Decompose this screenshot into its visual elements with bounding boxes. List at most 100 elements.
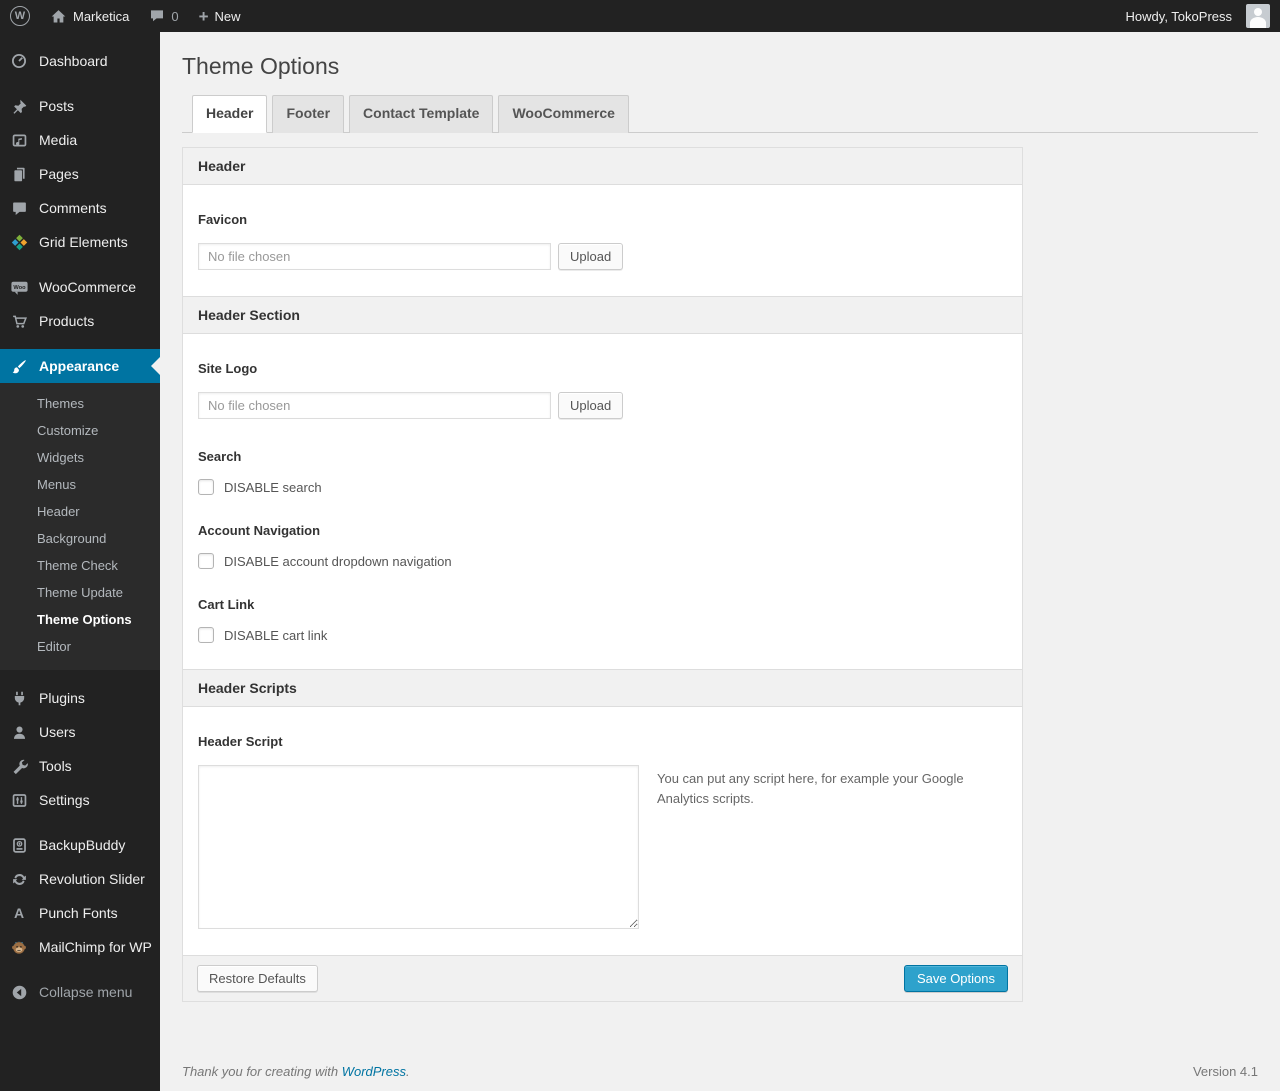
sidebar-item-posts[interactable]: Posts (0, 89, 160, 123)
submenu-item-editor[interactable]: Editor (0, 633, 160, 660)
account-menu[interactable]: Howdy, TokoPress (1116, 0, 1280, 32)
backup-box-icon (9, 837, 29, 854)
circular-arrows-icon (9, 871, 29, 888)
comment-bubble-icon (149, 8, 165, 24)
active-menu-arrow (151, 357, 160, 375)
svg-text:Woo: Woo (13, 285, 26, 291)
media-icon (9, 132, 29, 149)
pages-icon (9, 166, 29, 183)
admin-sidebar: Dashboard Posts Media Pages Comments Gri… (0, 32, 160, 1091)
howdy-label: Howdy, TokoPress (1125, 8, 1232, 24)
tab-contact-template[interactable]: Contact Template (349, 95, 494, 133)
sidebar-item-appearance[interactable]: Appearance (0, 349, 160, 383)
home-icon (50, 8, 67, 25)
page-footer: Thank you for creating with WordPress. V… (182, 1064, 1258, 1079)
site-name-link[interactable]: Marketica (40, 0, 139, 32)
header-section-title: Header Section (183, 296, 1022, 334)
speech-bubble-icon (9, 200, 29, 217)
account-navigation-label: Account Navigation (198, 523, 321, 538)
disable-account-nav-checkbox[interactable] (198, 553, 214, 569)
wordpress-logo-menu[interactable]: W (0, 0, 40, 32)
sidebar-item-pages[interactable]: Pages (0, 157, 160, 191)
disable-account-nav-label: DISABLE account dropdown navigation (224, 553, 452, 569)
favicon-upload-button[interactable]: Upload (558, 243, 624, 270)
search-label: Search (198, 449, 242, 464)
sidebar-item-backupbuddy[interactable]: BackupBuddy (0, 828, 160, 862)
sidebar-item-mailchimp[interactable]: MailChimp for WP (0, 930, 160, 964)
sidebar-item-comments[interactable]: Comments (0, 191, 160, 225)
comments-count: 0 (171, 8, 179, 24)
new-content-button[interactable]: + New (189, 0, 251, 32)
tab-woocommerce[interactable]: WooCommerce (498, 95, 629, 133)
sidebar-item-plugins[interactable]: Plugins (0, 681, 160, 715)
version-label: Version 4.1 (1192, 1064, 1258, 1079)
section-header-body: Favicon Upload (183, 185, 1022, 296)
header-script-label: Header Script (198, 734, 283, 749)
comments-bubble-button[interactable]: 0 (139, 0, 188, 32)
wrench-icon (9, 758, 29, 775)
sidebar-item-woocommerce[interactable]: Woo WooCommerce (0, 270, 160, 304)
sidebar-item-users[interactable]: Users (0, 715, 160, 749)
pushpin-icon (9, 98, 29, 115)
dashboard-icon (9, 52, 29, 70)
grid-elements-icon (9, 234, 29, 251)
submenu-item-background[interactable]: Background (0, 525, 160, 552)
appearance-brush-icon (9, 358, 29, 375)
save-options-button[interactable]: Save Options (903, 965, 1008, 992)
cart-link-label: Cart Link (198, 597, 255, 612)
admin-bar: W Marketica 0 + New Howdy, TokoPress (0, 0, 1280, 32)
restore-defaults-button[interactable]: Restore Defaults (197, 965, 318, 992)
plus-icon: + (198, 6, 209, 26)
submenu-item-widgets[interactable]: Widgets (0, 444, 160, 471)
sidebar-item-grid-elements[interactable]: Grid Elements (0, 225, 160, 259)
sidebar-item-tools[interactable]: Tools (0, 749, 160, 783)
page-title: Theme Options (182, 53, 340, 79)
submenu-item-menus[interactable]: Menus (0, 471, 160, 498)
submenu-item-theme-check[interactable]: Theme Check (0, 552, 160, 579)
sidebar-item-settings[interactable]: Settings (0, 783, 160, 817)
theme-options-panel: Header Favicon Upload Header Section Sit… (182, 147, 1023, 1002)
site-name-label: Marketica (73, 8, 130, 24)
disable-cart-link-label: DISABLE cart link (224, 627, 328, 643)
wordpress-link[interactable]: WordPress (342, 1064, 406, 1079)
header-scripts-title: Header Scripts (183, 669, 1022, 707)
submenu-item-header[interactable]: Header (0, 498, 160, 525)
site-logo-upload-button[interactable]: Upload (558, 392, 624, 419)
tab-header[interactable]: Header (192, 95, 268, 133)
settings-sliders-icon (9, 792, 29, 809)
submenu-item-theme-update[interactable]: Theme Update (0, 579, 160, 606)
collapse-arrow-icon (9, 984, 29, 1001)
disable-search-checkbox[interactable] (198, 479, 214, 495)
letter-a-icon: A (13, 905, 25, 921)
favicon-file-input[interactable] (198, 243, 551, 270)
section-header-title: Header (183, 148, 1022, 185)
user-icon (9, 724, 29, 741)
submenu-item-customize[interactable]: Customize (0, 417, 160, 444)
disable-cart-link-checkbox[interactable] (198, 627, 214, 643)
sidebar-item-revolution-slider[interactable]: Revolution Slider (0, 862, 160, 896)
sidebar-item-products[interactable]: Products (0, 304, 160, 338)
header-script-textarea[interactable] (198, 765, 639, 929)
favicon-label: Favicon (198, 212, 248, 227)
collapse-menu-button[interactable]: Collapse menu (0, 975, 160, 1009)
appearance-submenu: Themes Customize Widgets Menus Header Ba… (0, 383, 160, 670)
panel-footer: Restore Defaults Save Options (183, 955, 1022, 1001)
new-label: New (214, 8, 241, 24)
header-script-help-text: You can put any script here, for example… (657, 771, 964, 807)
submenu-item-themes[interactable]: Themes (0, 390, 160, 417)
plugin-icon (9, 690, 29, 707)
footer-thanks-text: Thank you for creating with WordPress. (182, 1064, 410, 1079)
sidebar-item-media[interactable]: Media (0, 123, 160, 157)
cart-icon (9, 313, 29, 330)
wordpress-logo-icon: W (10, 6, 30, 26)
header-section-body: Site Logo Upload Search DISABLE search A… (183, 334, 1022, 669)
mailchimp-monkey-icon (9, 938, 29, 956)
sidebar-item-dashboard[interactable]: Dashboard (0, 44, 160, 78)
site-logo-file-input[interactable] (198, 392, 551, 419)
header-scripts-body: Header Script You can put any script her… (183, 707, 1022, 955)
sidebar-item-punch-fonts[interactable]: A Punch Fonts (0, 896, 160, 930)
tab-footer[interactable]: Footer (272, 95, 345, 133)
site-logo-label: Site Logo (198, 361, 258, 376)
submenu-item-theme-options[interactable]: Theme Options (0, 606, 160, 633)
main-content: Theme Options Header Footer Contact Temp… (160, 32, 1280, 1091)
